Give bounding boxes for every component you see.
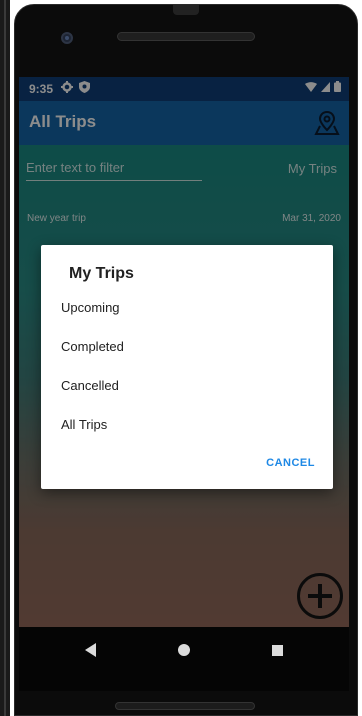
front-camera bbox=[61, 32, 73, 44]
earpiece-speaker bbox=[117, 32, 255, 41]
bottom-speaker bbox=[115, 702, 255, 710]
phone-frame: 9:35 All Trips Enter text to filter My T… bbox=[14, 4, 358, 716]
dialog-option-upcoming[interactable]: Upcoming bbox=[61, 291, 311, 325]
my-trips-dialog: My Trips Upcoming Completed Cancelled Al… bbox=[41, 245, 333, 489]
dialog-title: My Trips bbox=[69, 265, 134, 282]
dialog-option-completed[interactable]: Completed bbox=[61, 330, 311, 364]
home-icon[interactable] bbox=[178, 644, 190, 656]
navigation-bar bbox=[19, 627, 349, 691]
plus-circle-icon[interactable] bbox=[297, 573, 343, 619]
recents-icon[interactable] bbox=[272, 645, 283, 656]
device-screen: 9:35 All Trips Enter text to filter My T… bbox=[19, 77, 349, 691]
dialog-option-cancelled[interactable]: Cancelled bbox=[61, 369, 311, 403]
previous-screen-edge bbox=[0, 0, 10, 716]
top-notch bbox=[173, 5, 199, 15]
cancel-button[interactable]: CANCEL bbox=[266, 457, 315, 469]
back-icon[interactable] bbox=[85, 643, 96, 657]
dialog-option-all-trips[interactable]: All Trips bbox=[61, 408, 311, 442]
